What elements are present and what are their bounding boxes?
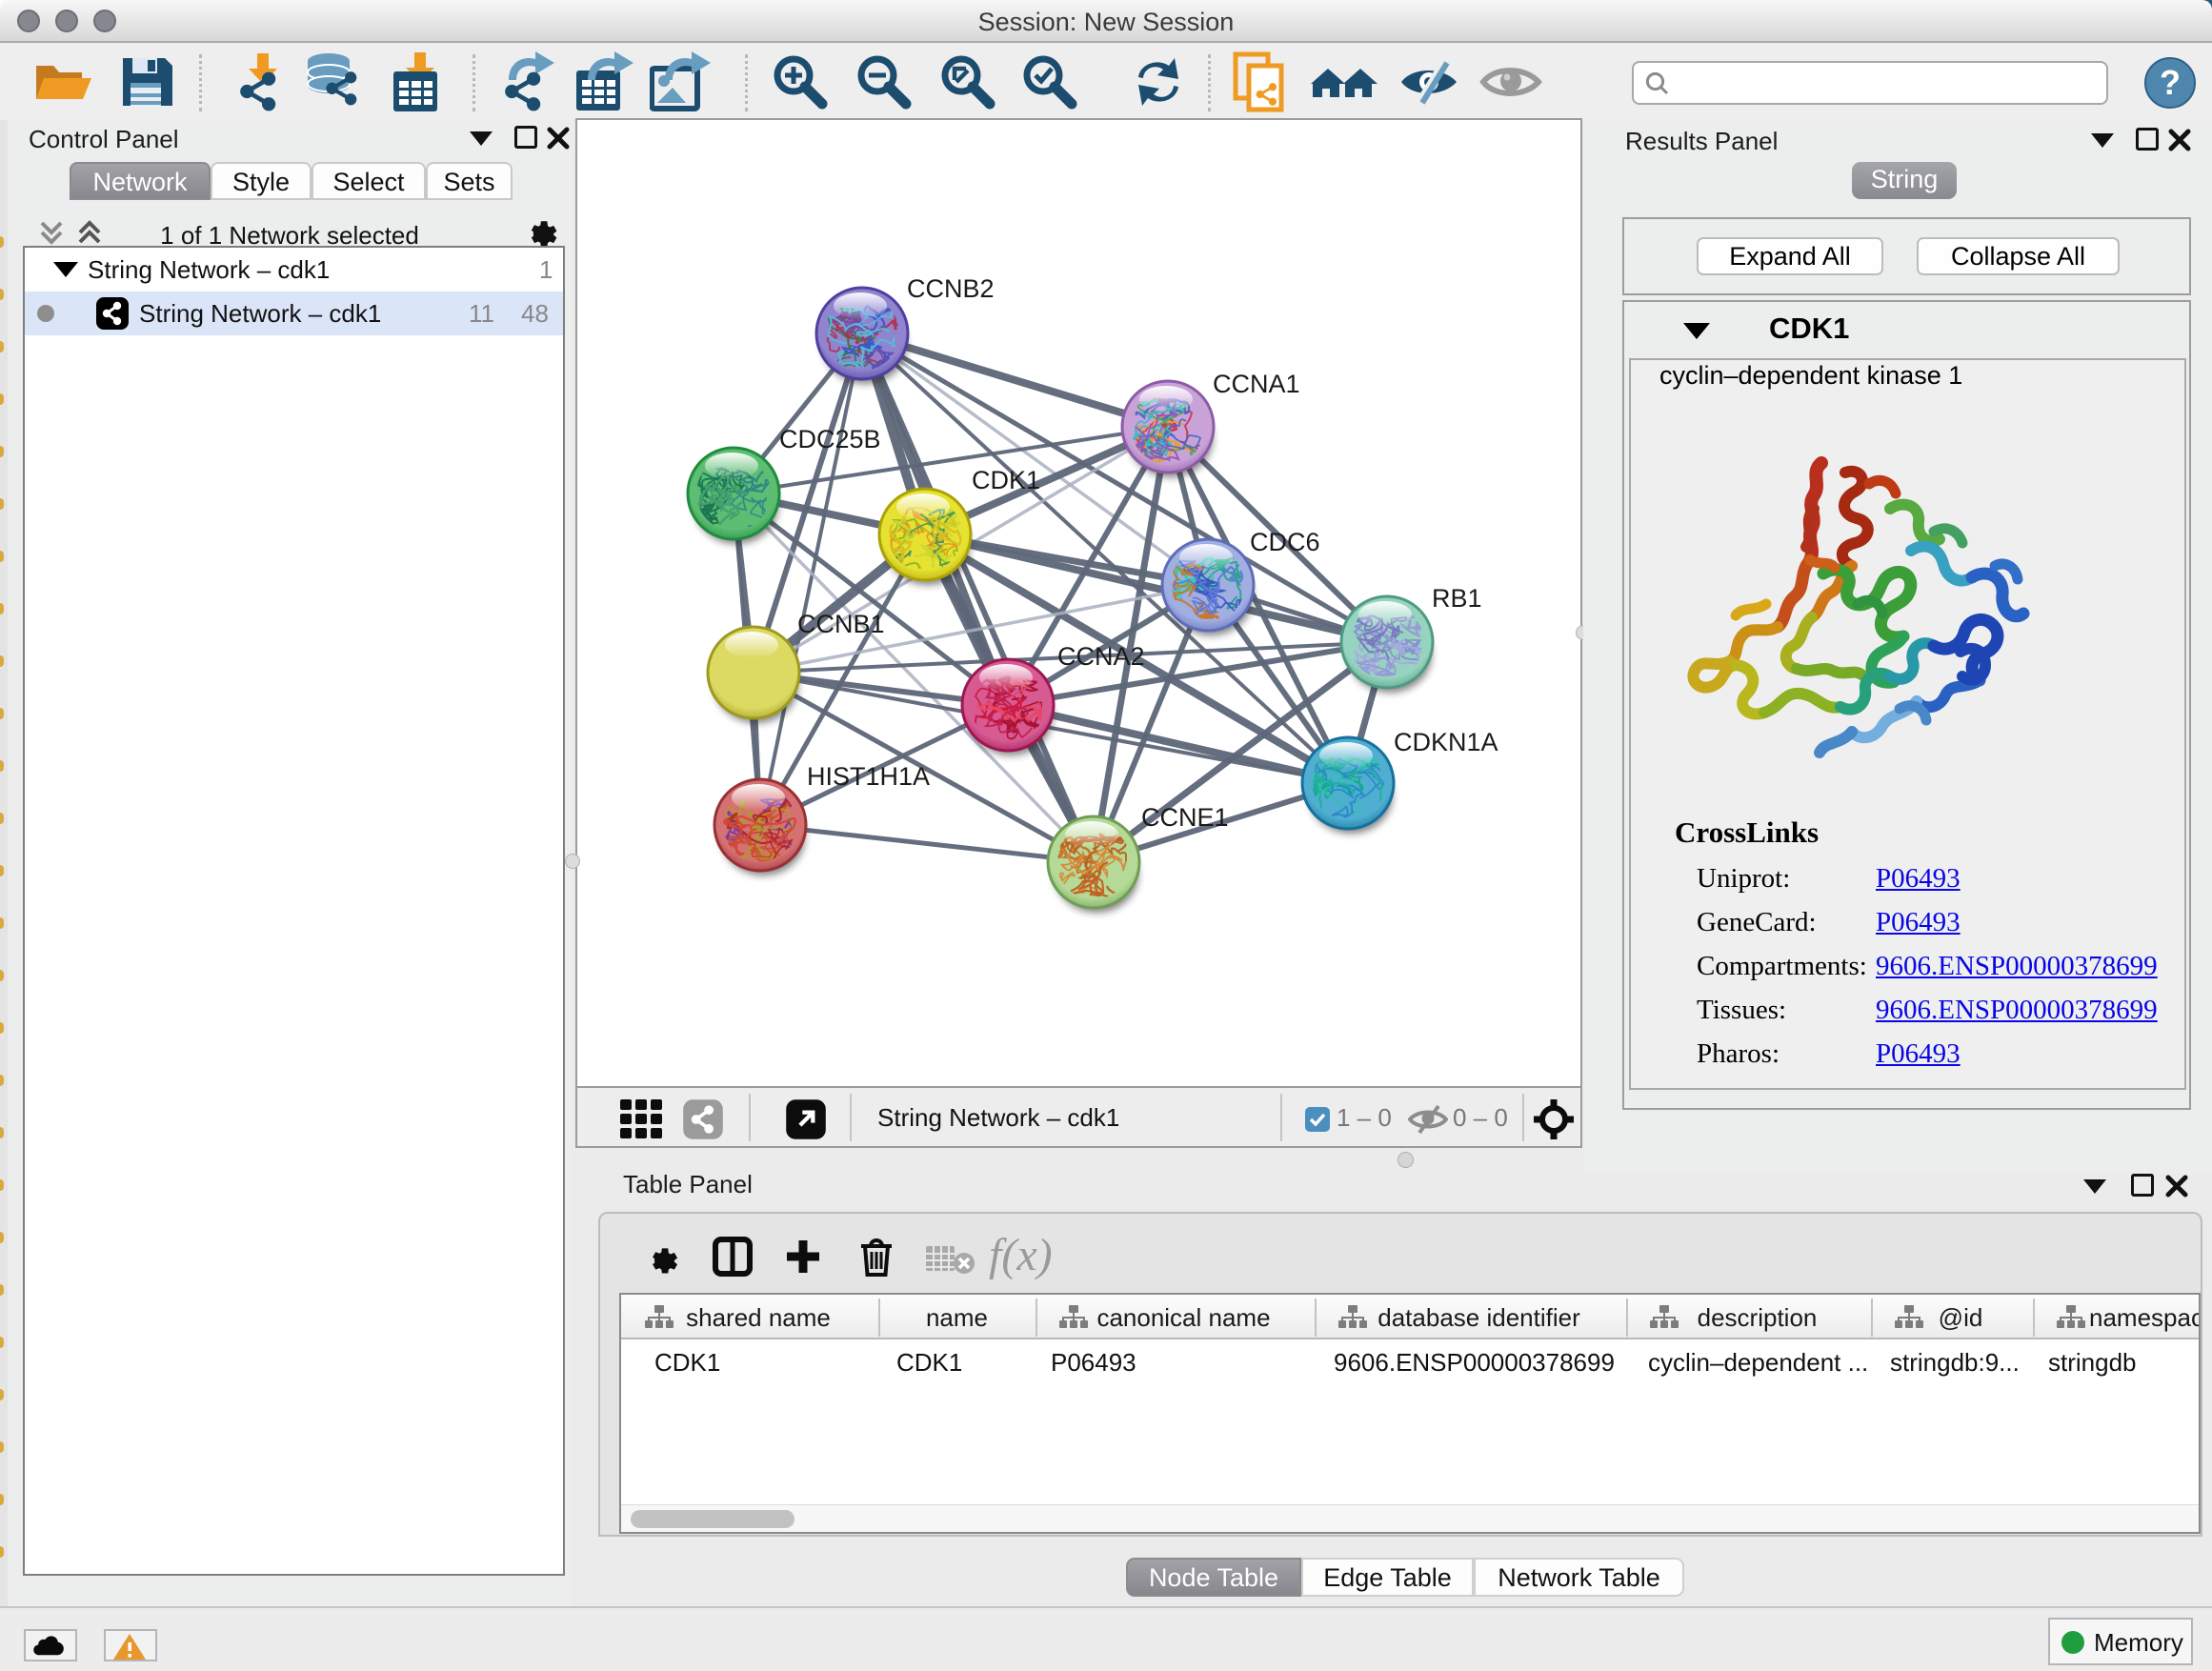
svg-text:CDC25B: CDC25B [779, 425, 881, 453]
svg-text:CCNA1: CCNA1 [1213, 370, 1300, 398]
svg-text:HIST1H1A: HIST1H1A [807, 762, 930, 791]
svg-text:?: ? [2160, 63, 2181, 102]
svg-text:CCNB1: CCNB1 [797, 610, 885, 638]
svg-text:CCNE1: CCNE1 [1141, 803, 1229, 832]
svg-text:CDC6: CDC6 [1250, 528, 1320, 556]
svg-text:CCNB2: CCNB2 [907, 274, 995, 303]
svg-text:CCNA2: CCNA2 [1057, 642, 1145, 671]
svg-text:CDKN1A: CDKN1A [1394, 728, 1498, 756]
svg-text:CDK1: CDK1 [972, 466, 1040, 494]
svg-text:RB1: RB1 [1432, 584, 1482, 613]
